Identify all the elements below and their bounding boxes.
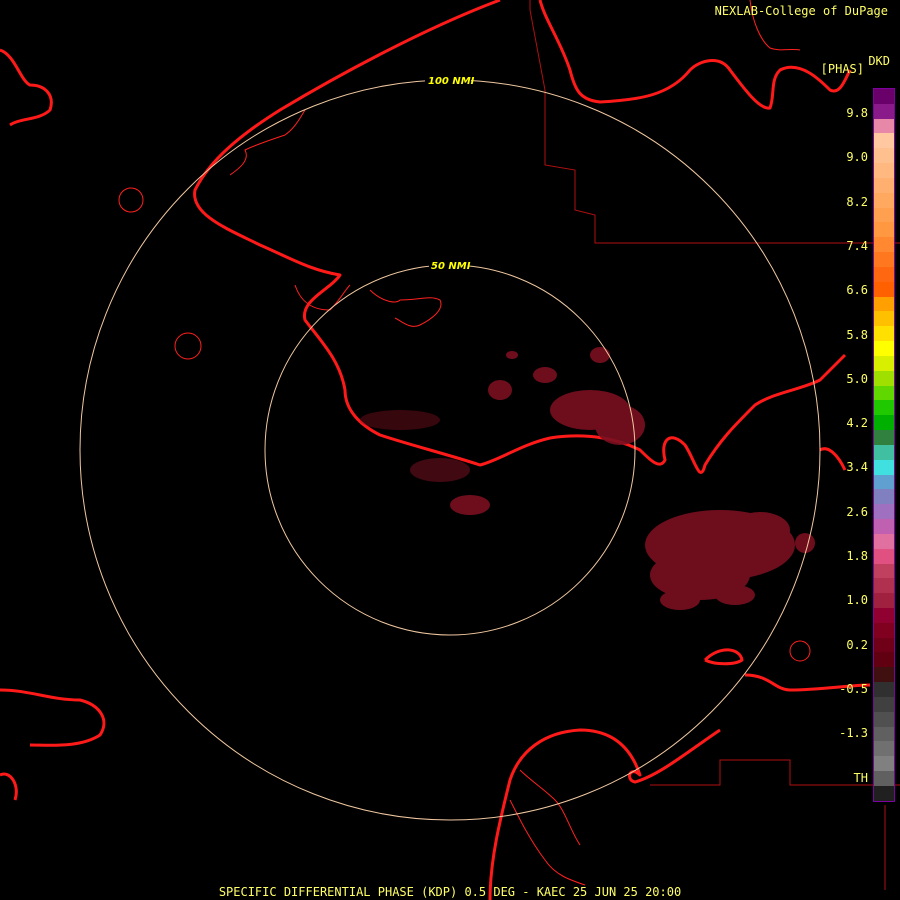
color-swatch bbox=[874, 726, 894, 742]
color-scale-tick-label: 7.4 bbox=[846, 238, 868, 253]
color-swatch bbox=[874, 133, 894, 149]
color-swatch bbox=[874, 355, 894, 371]
color-swatch bbox=[874, 281, 894, 297]
color-swatch bbox=[874, 237, 894, 253]
color-swatch bbox=[874, 696, 894, 712]
radar-echoes bbox=[360, 347, 815, 610]
shoreline-detail bbox=[118, 0, 811, 886]
color-swatch bbox=[874, 682, 894, 697]
color-swatch bbox=[874, 459, 894, 475]
color-scale-tick-label: 3.4 bbox=[846, 460, 868, 475]
color-swatch bbox=[874, 400, 894, 416]
color-swatch bbox=[874, 103, 894, 119]
color-scale-tick-label: 5.0 bbox=[846, 371, 868, 386]
color-swatch bbox=[874, 266, 894, 282]
color-swatch bbox=[874, 622, 894, 638]
color-swatch bbox=[874, 177, 894, 193]
color-swatch bbox=[874, 578, 894, 594]
color-scale-tick-label: 6.6 bbox=[846, 283, 868, 298]
color-scale-tick-label: -0.5 bbox=[839, 681, 868, 696]
color-scale-tick-label: 8.2 bbox=[846, 194, 868, 209]
range-ring-50-label: 50 NMI bbox=[431, 261, 471, 272]
color-swatch bbox=[874, 444, 894, 460]
color-swatch bbox=[874, 326, 894, 342]
color-scale-tick-label: 9.0 bbox=[846, 150, 868, 165]
color-swatch bbox=[874, 296, 894, 312]
color-swatch bbox=[874, 311, 894, 327]
color-swatch bbox=[874, 593, 894, 608]
range-ring-100 bbox=[79, 79, 821, 821]
color-swatch bbox=[874, 519, 894, 534]
color-scale-tick-label: 9.8 bbox=[846, 106, 868, 120]
color-swatch bbox=[874, 652, 894, 668]
color-swatch bbox=[874, 192, 894, 208]
color-swatch bbox=[874, 533, 894, 549]
color-swatch bbox=[874, 222, 894, 238]
color-swatch bbox=[874, 163, 894, 178]
range-ring-50 bbox=[264, 264, 636, 636]
color-swatch bbox=[874, 489, 894, 505]
color-swatch bbox=[874, 474, 894, 490]
color-scale-tick-label: -1.3 bbox=[839, 726, 868, 741]
color-swatch bbox=[874, 385, 894, 401]
color-swatch bbox=[874, 370, 894, 386]
range-rings bbox=[79, 79, 821, 821]
color-swatch bbox=[874, 252, 894, 267]
product-code: DKD bbox=[868, 54, 890, 68]
color-swatch bbox=[874, 607, 894, 623]
radar-map: 100 NMI 50 NMI bbox=[0, 0, 900, 900]
color-swatch bbox=[874, 741, 894, 757]
color-swatch bbox=[874, 756, 894, 772]
color-swatch bbox=[874, 771, 894, 786]
color-swatch bbox=[874, 207, 894, 223]
color-scale-tick-label: 1.8 bbox=[846, 549, 868, 563]
color-scale-tick-label: 2.6 bbox=[846, 504, 868, 519]
color-swatch bbox=[874, 148, 894, 164]
range-ring-100-label: 100 NMI bbox=[428, 76, 475, 87]
county-boundaries bbox=[529, 0, 900, 890]
color-swatch bbox=[874, 430, 894, 445]
color-scale-tick-label: 1.0 bbox=[846, 593, 868, 608]
color-swatch bbox=[874, 637, 894, 653]
color-swatch bbox=[874, 415, 894, 431]
color-scale-tick-label: 4.2 bbox=[846, 416, 868, 431]
color-swatch bbox=[874, 504, 894, 520]
color-scale-tick-label: 0.2 bbox=[846, 637, 868, 652]
color-swatch bbox=[874, 341, 894, 356]
color-scale-tick-label: TH bbox=[853, 770, 868, 785]
color-scale-tick-label: 5.8 bbox=[846, 327, 868, 342]
product-caption: SPECIFIC DIFFERENTIAL PHASE (KDP) 0.5 DE… bbox=[218, 885, 682, 899]
color-swatch bbox=[874, 548, 894, 564]
coastline bbox=[0, 0, 871, 900]
color-swatch bbox=[874, 667, 894, 683]
range-ring-labels: 100 NMI 50 NMI bbox=[425, 74, 475, 272]
color-swatch bbox=[874, 785, 894, 801]
color-swatch bbox=[874, 89, 894, 104]
color-swatch bbox=[874, 563, 894, 579]
color-swatch bbox=[874, 118, 894, 134]
color-swatch bbox=[874, 711, 894, 727]
unit-label: [PHAS] bbox=[820, 62, 864, 76]
credit-text: NEXLAB-College of DuPage bbox=[714, 4, 888, 18]
color-scale-bar bbox=[873, 88, 895, 802]
